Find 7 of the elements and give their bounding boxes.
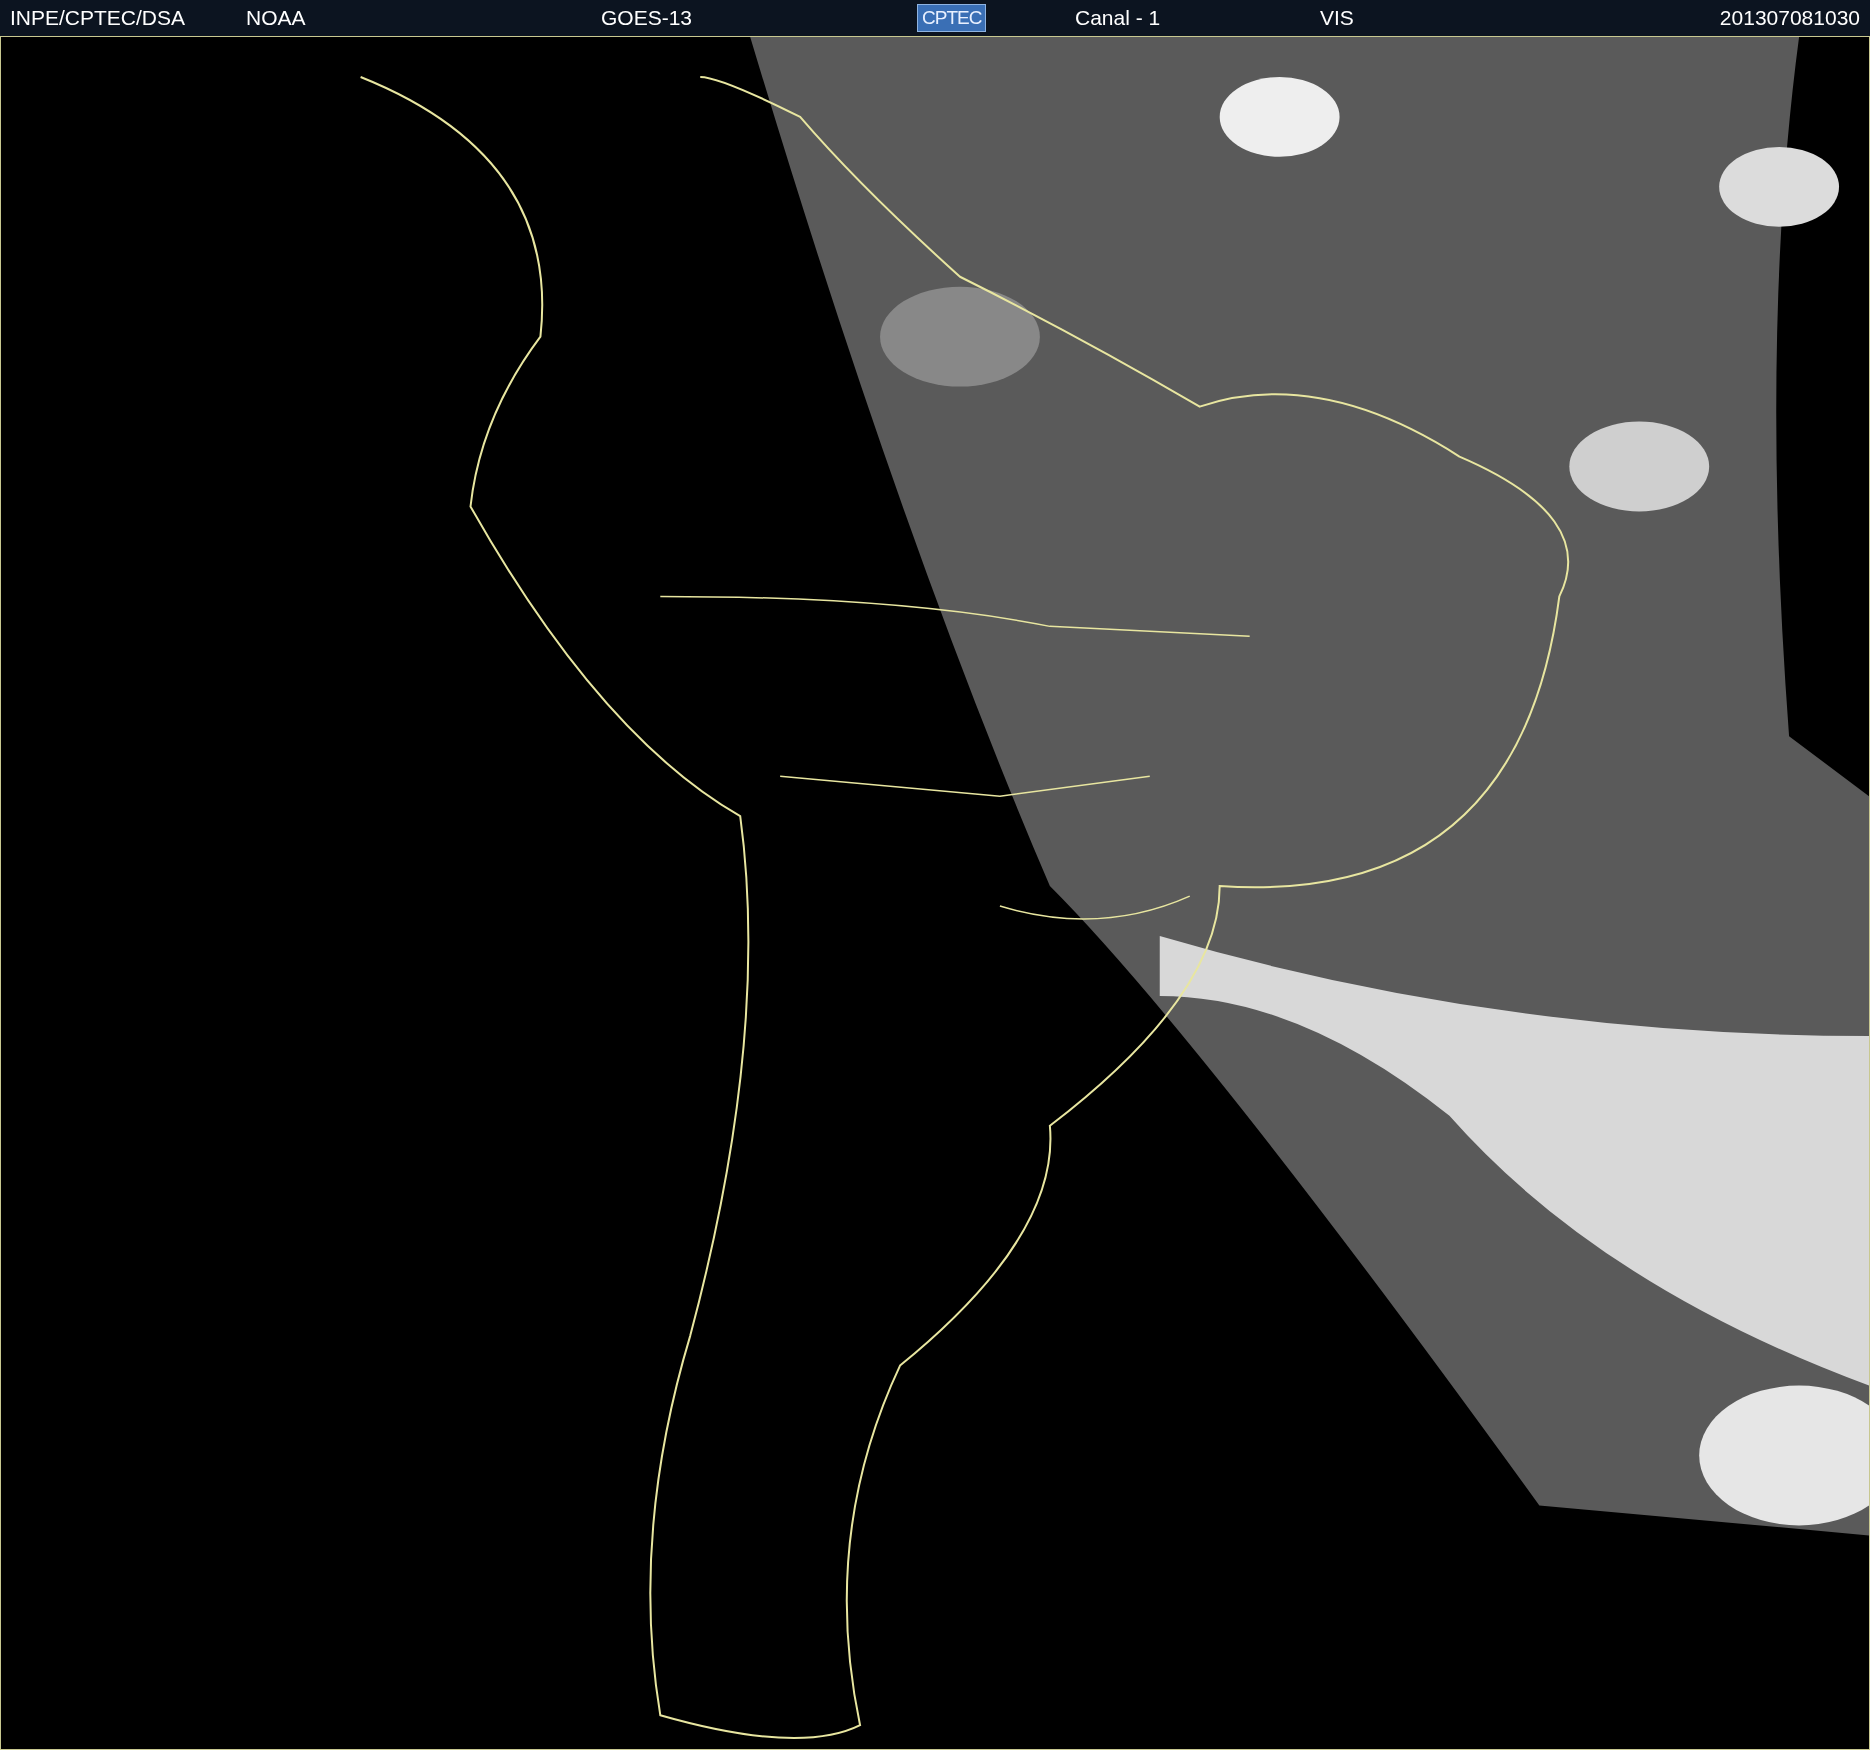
- header-label: INPE/CPTEC/DSA: [10, 5, 186, 30]
- header-label: VIS: [1320, 5, 1354, 30]
- header-label: GOES-13: [601, 5, 693, 30]
- header-label: 201307081030: [1719, 5, 1860, 30]
- header-label: Canal - 1: [1075, 5, 1161, 30]
- logo: CPTEC: [917, 3, 987, 32]
- header-label: NOAA: [246, 5, 306, 30]
